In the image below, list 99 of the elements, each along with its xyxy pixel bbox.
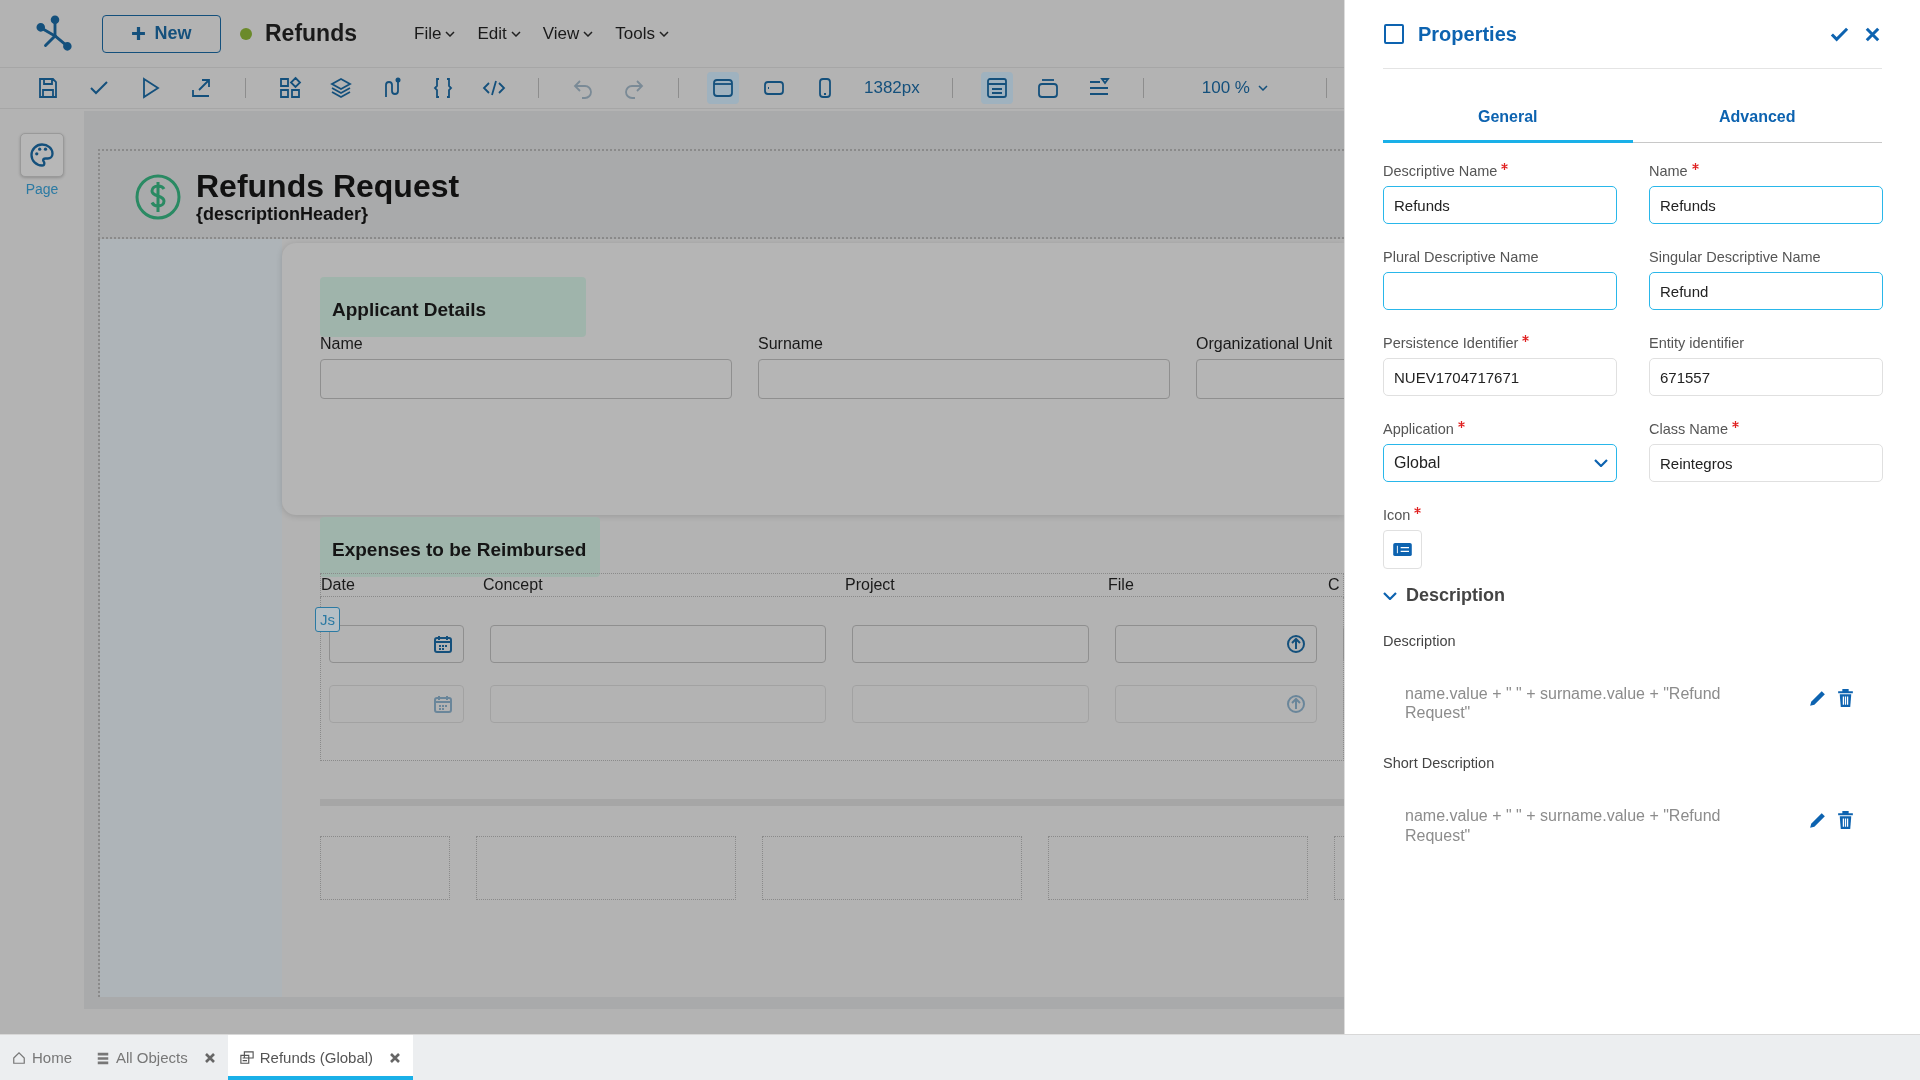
window-icon — [1035, 76, 1060, 100]
field-label: Organizational Unit — [1196, 335, 1334, 354]
form-icon — [239, 1050, 254, 1065]
chevron-icon — [1594, 459, 1608, 467]
column-header: Project — [845, 576, 896, 595]
upload-icon — [1286, 694, 1306, 715]
caret-icon — [445, 30, 456, 37]
close-icon[interactable] — [389, 1051, 402, 1064]
calendar-icon — [433, 634, 453, 655]
field-label: Icon — [1383, 507, 1617, 523]
required-icon — [1731, 421, 1739, 428]
expression-text: name.value + " " + surname.value + "Refund Request" — [1405, 684, 1722, 723]
field-label: Surname — [758, 335, 824, 354]
upload-icon — [1286, 634, 1306, 655]
column-header: Concept — [483, 576, 544, 595]
input-field[interactable] — [758, 359, 1170, 400]
field-label: Description — [1383, 633, 1456, 649]
column-header: C — [1328, 576, 1340, 595]
form-subtitle: {descriptionHeader} — [196, 204, 370, 226]
blocks-icon[interactable] — [278, 76, 302, 100]
menu-item[interactable]: Tools — [615, 23, 669, 44]
logo-icon — [36, 14, 74, 53]
field-label: Name — [1649, 163, 1883, 179]
close-icon[interactable] — [203, 1051, 216, 1064]
panel-tab[interactable]: Advanced — [1632, 93, 1882, 143]
text-field[interactable]: Refunds — [1649, 186, 1883, 224]
text-field[interactable]: Refunds — [1383, 186, 1617, 224]
page-button[interactable] — [20, 133, 64, 177]
date-field[interactable] — [329, 625, 464, 664]
input-field[interactable] — [320, 359, 732, 400]
list-icon — [96, 1050, 110, 1065]
layout-icon — [984, 76, 1009, 100]
field-label: Class Name — [1649, 421, 1883, 437]
chevron-icon — [1383, 591, 1397, 600]
braces-icon[interactable] — [431, 76, 455, 100]
layers-icon[interactable] — [329, 76, 353, 100]
field-label: Singular Descriptive Name — [1649, 249, 1822, 265]
caret-icon — [1258, 85, 1268, 91]
column-header: File — [1108, 576, 1135, 595]
field-label: Short Description — [1383, 755, 1495, 772]
trash-icon[interactable] — [1835, 810, 1856, 832]
document-tab[interactable]: Home — [0, 1035, 84, 1080]
required-icon — [1501, 163, 1509, 170]
desktop-view-button[interactable] — [707, 72, 739, 104]
zoom-dropdown[interactable]: 100 % — [1195, 77, 1274, 99]
menu-item[interactable]: View — [542, 23, 594, 44]
field-label: Entity identifier — [1649, 335, 1746, 351]
save-icon[interactable] — [36, 76, 60, 100]
new-button[interactable]: New — [102, 14, 221, 53]
required-icon — [1691, 163, 1699, 170]
section-title: Expenses to be Reimbursed — [320, 517, 601, 578]
text-field[interactable]: Refund — [1649, 272, 1883, 310]
menu-item[interactable]: Edit — [477, 23, 521, 44]
menu-item[interactable]: File — [414, 23, 456, 44]
text-field[interactable] — [1383, 272, 1617, 310]
text-field[interactable]: NUEV1704717671 — [1383, 358, 1617, 396]
status-dot — [240, 27, 252, 40]
export-icon[interactable] — [189, 76, 213, 100]
width-label: 1382px — [864, 78, 920, 98]
card-icon — [1393, 543, 1412, 556]
section-title: Applicant Details — [320, 277, 587, 338]
home-icon — [12, 1050, 26, 1065]
field-label: Plural Descriptive Name — [1383, 249, 1540, 265]
required-icon — [1414, 507, 1422, 514]
required-icon — [1457, 421, 1465, 428]
caret-icon — [658, 30, 669, 37]
text-field[interactable]: Reintegros — [1649, 444, 1883, 482]
required-icon — [1522, 335, 1530, 342]
page-layout-button[interactable] — [980, 72, 1013, 104]
select-field[interactable]: Global — [1383, 444, 1617, 482]
icon-picker[interactable] — [1383, 530, 1422, 569]
field-label: Descriptive Name — [1383, 163, 1617, 179]
expression-text: name.value + " " + surname.value + "Refund Request" — [1405, 806, 1722, 845]
plus-icon — [131, 26, 147, 41]
dollar-icon — [134, 173, 182, 222]
input-field[interactable] — [490, 625, 826, 664]
form-title: Refunds Request — [196, 169, 460, 205]
panel-title: Properties — [1418, 22, 1518, 46]
input-field[interactable] — [852, 625, 1089, 664]
trash-icon[interactable] — [1835, 688, 1856, 709]
document-tab[interactable]: Refunds (Global) — [227, 1035, 414, 1080]
square-icon — [1384, 24, 1404, 44]
record-title: Refunds — [265, 20, 357, 47]
page-label: Page — [25, 181, 59, 197]
text-field[interactable]: 671557 — [1649, 358, 1883, 396]
section-toggle[interactable]: Description — [1383, 585, 1506, 606]
field-label: Application — [1383, 421, 1617, 437]
document-tab[interactable]: All Objects — [84, 1035, 228, 1080]
caret-icon — [583, 30, 594, 37]
column-header: Date — [321, 576, 356, 595]
file-field[interactable] — [1115, 625, 1317, 664]
edit-icon[interactable] — [1807, 688, 1828, 709]
field-label: Persistence Identifier — [1383, 335, 1617, 351]
panel-tab[interactable]: General — [1383, 93, 1633, 143]
desktop-icon — [711, 76, 735, 100]
calendar-icon — [433, 694, 453, 715]
caret-icon — [510, 30, 521, 37]
palette-icon — [28, 141, 56, 169]
field-label: Name — [320, 335, 364, 354]
